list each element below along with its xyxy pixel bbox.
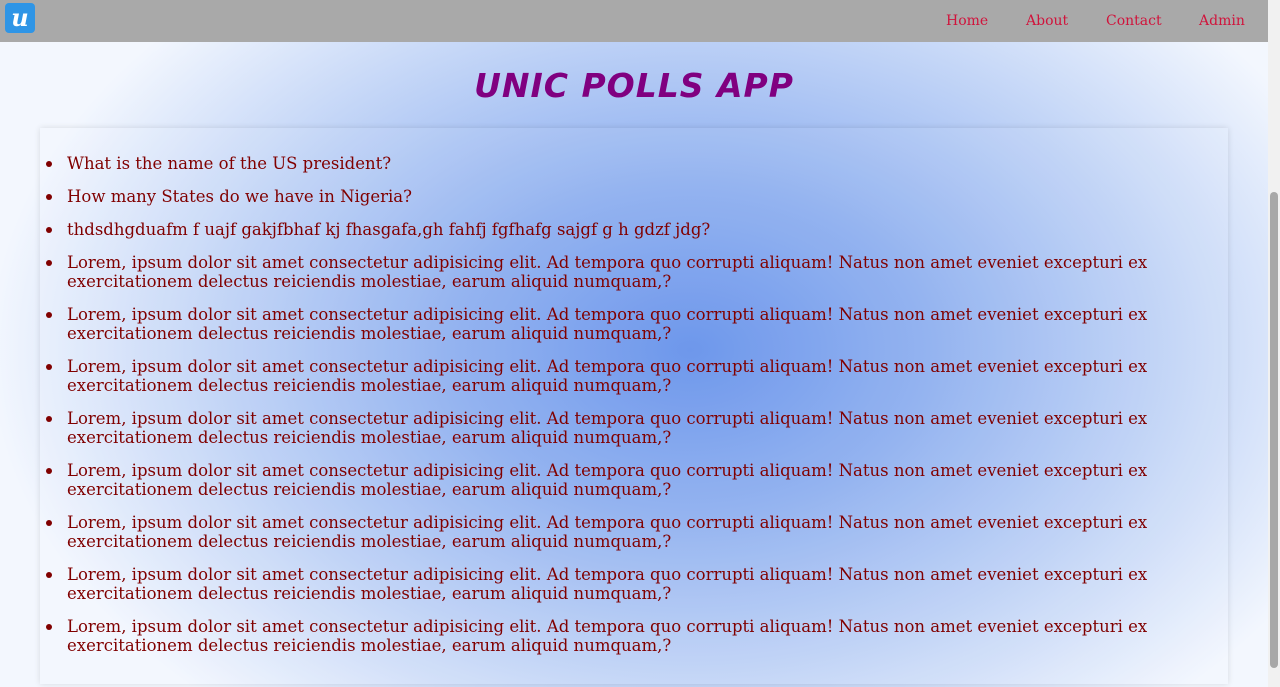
poll-item[interactable]: Lorem, ipsum dolor sit amet consectetur … bbox=[40, 305, 1160, 343]
main-nav: Home About Contact Admin bbox=[0, 13, 1268, 33]
nav-about-link[interactable]: About bbox=[1026, 13, 1068, 29]
poll-item[interactable]: How many States do we have in Nigeria? bbox=[40, 187, 1160, 206]
bullet-icon bbox=[46, 194, 52, 200]
poll-item[interactable]: Lorem, ipsum dolor sit amet consectetur … bbox=[40, 565, 1160, 603]
scrollbar-thumb[interactable] bbox=[1270, 192, 1278, 668]
bullet-icon bbox=[46, 227, 52, 233]
poll-item[interactable]: Lorem, ipsum dolor sit amet consectetur … bbox=[40, 513, 1160, 551]
bullet-icon bbox=[46, 468, 52, 474]
poll-item[interactable]: Lorem, ipsum dolor sit amet consectetur … bbox=[40, 253, 1160, 291]
poll-question-text: Lorem, ipsum dolor sit amet consectetur … bbox=[67, 617, 1148, 655]
poll-item[interactable]: Lorem, ipsum dolor sit amet consectetur … bbox=[40, 617, 1160, 655]
bullet-icon bbox=[46, 364, 52, 370]
poll-item[interactable]: Lorem, ipsum dolor sit amet consectetur … bbox=[40, 409, 1160, 447]
poll-item[interactable]: thdsdhgduafm f uajf gakjfbhaf kj fhasgaf… bbox=[40, 220, 1160, 239]
poll-question-text: Lorem, ipsum dolor sit amet consectetur … bbox=[67, 461, 1148, 499]
bullet-icon bbox=[46, 416, 52, 422]
poll-question-text: What is the name of the US president? bbox=[67, 154, 392, 173]
nav-home-link[interactable]: Home bbox=[946, 13, 988, 29]
poll-item[interactable]: Lorem, ipsum dolor sit amet consectetur … bbox=[40, 461, 1160, 499]
poll-question-text: How many States do we have in Nigeria? bbox=[67, 187, 412, 206]
poll-question-text: Lorem, ipsum dolor sit amet consectetur … bbox=[67, 513, 1148, 551]
poll-question-text: thdsdhgduafm f uajf gakjfbhaf kj fhasgaf… bbox=[67, 220, 711, 239]
polls-card: What is the name of the US president? How… bbox=[40, 128, 1228, 684]
poll-question-text: Lorem, ipsum dolor sit amet consectetur … bbox=[67, 409, 1148, 447]
poll-question-text: Lorem, ipsum dolor sit amet consectetur … bbox=[67, 253, 1148, 291]
top-navbar: u Home About Contact Admin bbox=[0, 0, 1268, 42]
page-scrollbar[interactable] bbox=[1268, 0, 1280, 687]
poll-question-text: Lorem, ipsum dolor sit amet consectetur … bbox=[67, 357, 1148, 395]
bullet-icon bbox=[46, 161, 52, 167]
bullet-icon bbox=[46, 624, 52, 630]
bullet-icon bbox=[46, 572, 52, 578]
nav-admin-link[interactable]: Admin bbox=[1199, 13, 1245, 29]
poll-item[interactable]: What is the name of the US president? bbox=[40, 154, 1160, 173]
nav-contact-link[interactable]: Contact bbox=[1106, 13, 1162, 29]
bullet-icon bbox=[46, 520, 52, 526]
poll-list: What is the name of the US president? How… bbox=[40, 154, 1160, 669]
poll-question-text: Lorem, ipsum dolor sit amet consectetur … bbox=[67, 565, 1148, 603]
bullet-icon bbox=[46, 260, 52, 266]
page-title: UNIC POLLS APP bbox=[474, 66, 794, 105]
bullet-icon bbox=[46, 312, 52, 318]
poll-item[interactable]: Lorem, ipsum dolor sit amet consectetur … bbox=[40, 357, 1160, 395]
poll-question-text: Lorem, ipsum dolor sit amet consectetur … bbox=[67, 305, 1148, 343]
